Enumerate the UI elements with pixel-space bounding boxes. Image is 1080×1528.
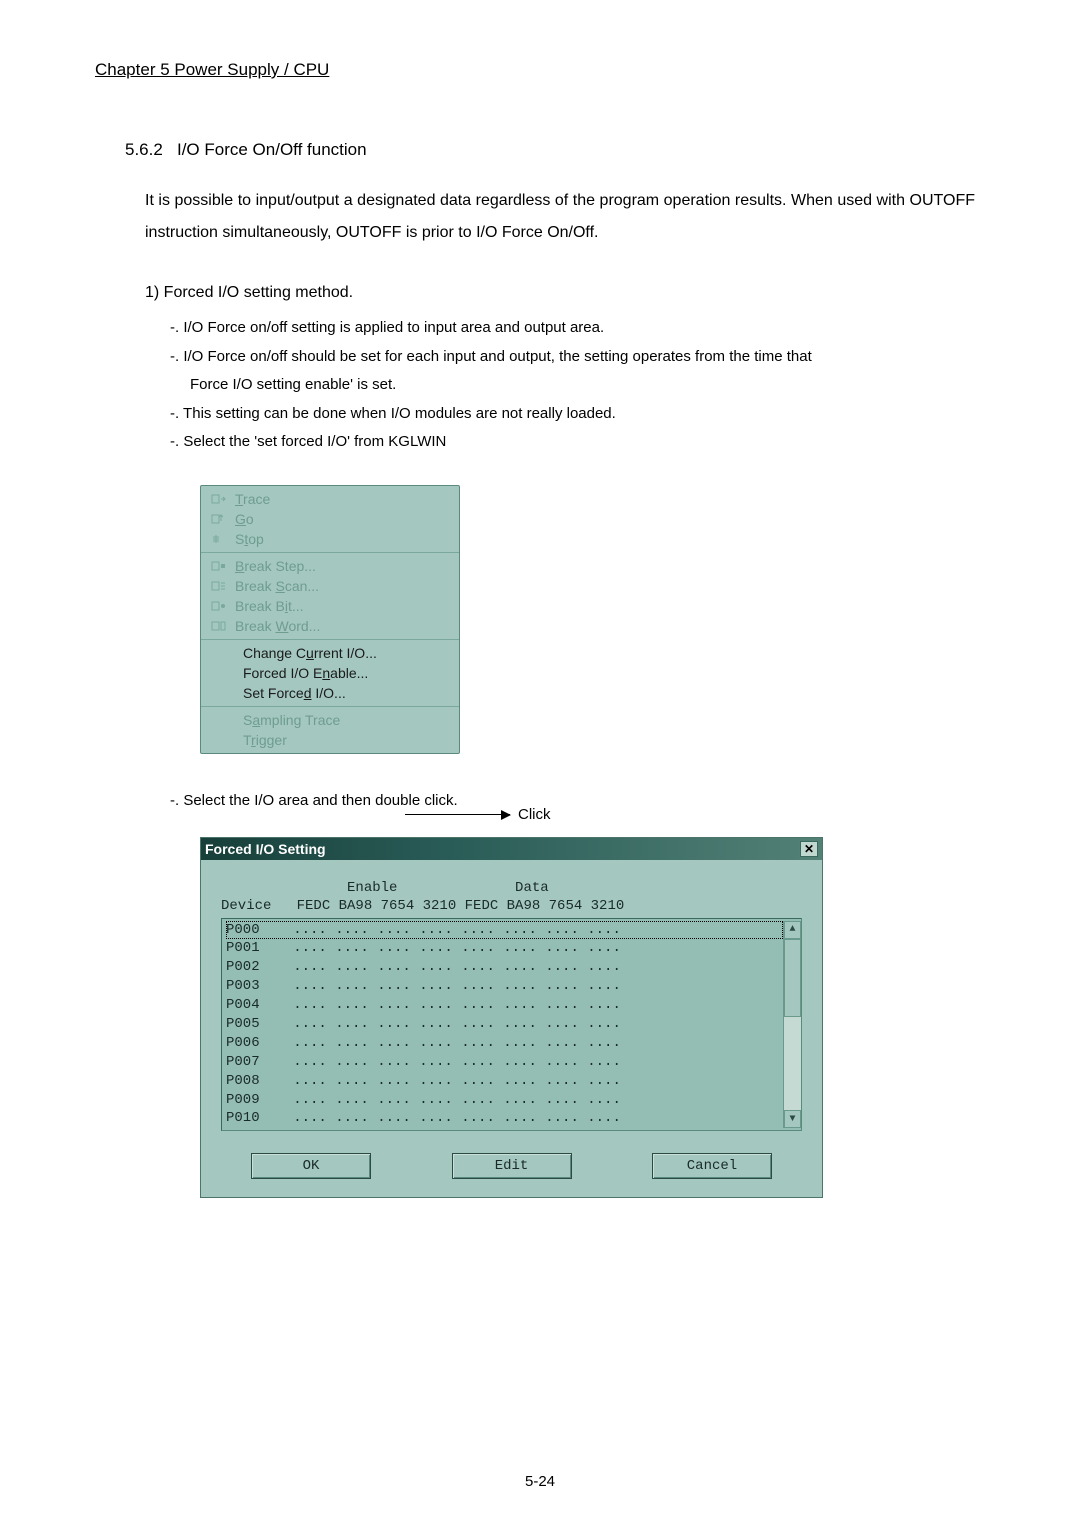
break-step-icon [211, 559, 227, 573]
page-number: 5-24 [0, 1473, 1080, 1490]
break-word-icon [211, 619, 227, 633]
click-annotation: Click [405, 806, 551, 823]
menu-go: Go [201, 509, 459, 529]
list-row[interactable]: P000 .... .... .... .... .... .... .... … [226, 921, 783, 940]
dialog-title: Forced I/O Setting [205, 841, 326, 857]
list-row[interactable]: P003 .... .... .... .... .... .... .... … [226, 977, 783, 996]
menu-break-word: Break Word... [201, 616, 459, 636]
menu-trigger: Trigger [201, 730, 459, 750]
stop-icon [211, 532, 227, 546]
forced-io-dialog: Forced I/O Setting ✕ Enable Data Device … [200, 837, 823, 1199]
menu-set-forced-io[interactable]: Set Forced I/O... [201, 683, 459, 703]
after-menu-instruction: -. Select the I/O area and then double c… [170, 792, 985, 809]
bullet-1: -. I/O Force on/off setting is applied t… [170, 314, 955, 343]
go-icon [211, 512, 227, 526]
list-row[interactable]: P008 .... .... .... .... .... .... .... … [226, 1072, 783, 1091]
menu-break-step: Break Step... [201, 556, 459, 576]
menu-break-scan: Break Scan... [201, 576, 459, 596]
menu-stop: Stop [201, 529, 459, 549]
bullet-3: -. This setting can be done when I/O mod… [170, 400, 955, 429]
scrollbar[interactable]: ▲ ▼ [783, 921, 801, 1129]
list-row[interactable]: P009 .... .... .... .... .... .... .... … [226, 1091, 783, 1110]
menu-change-current-io[interactable]: Change Current I/O... [201, 643, 459, 663]
list-row[interactable]: P001 .... .... .... .... .... .... .... … [226, 939, 783, 958]
bullet-2: -. I/O Force on/off should be set for ea… [170, 343, 955, 372]
scroll-thumb[interactable] [784, 939, 801, 1017]
menu-break-word-label: Break Word... [235, 618, 320, 634]
io-listbox[interactable]: P000 .... .... .... .... .... .... .... … [221, 918, 802, 1132]
menu-set-forced-label: Set Forced I/O... [243, 685, 346, 701]
menu-break-scan-label: Break Scan... [235, 578, 319, 594]
arrow-up-icon: ▲ [789, 924, 795, 935]
break-bit-icon [211, 599, 227, 613]
bullet-4: -. Select the 'set forced I/O' from KGLW… [170, 428, 955, 457]
close-icon: ✕ [804, 842, 814, 856]
menu-forced-io-enable[interactable]: Forced I/O Enable... [201, 663, 459, 683]
section-heading: I/O Force On/Off function [177, 140, 367, 159]
list-row[interactable]: P010 .... .... .... .... .... .... .... … [226, 1109, 783, 1128]
break-scan-icon [211, 579, 227, 593]
menu-break-bit-label: Break Bit... [235, 598, 304, 614]
menu-break-step-label: Break Step... [235, 558, 316, 574]
menu-sampling-label: Sampling Trace [243, 712, 340, 728]
menu-go-label: Go [235, 511, 254, 527]
dialog-titlebar: Forced I/O Setting ✕ [201, 838, 822, 860]
scroll-down-button[interactable]: ▼ [784, 1110, 801, 1128]
arrow-down-icon: ▼ [789, 1114, 795, 1125]
bullet-2-cont: Force I/O setting enable' is set. [190, 371, 985, 400]
menu-trace-label: Trace [235, 491, 270, 507]
context-menu: Trace Go Stop Break Step... Break Scan [200, 485, 460, 754]
cancel-button[interactable]: Cancel [652, 1153, 772, 1179]
list-row[interactable]: P007 .... .... .... .... .... .... .... … [226, 1053, 783, 1072]
list-row[interactable]: P005 .... .... .... .... .... .... .... … [226, 1015, 783, 1034]
menu-forced-enable-label: Forced I/O Enable... [243, 665, 368, 681]
list-row[interactable]: P002 .... .... .... .... .... .... .... … [226, 958, 783, 977]
section-title: 5.6.2 I/O Force On/Off function [125, 140, 985, 160]
trace-icon [211, 492, 227, 506]
menu-trigger-label: Trigger [243, 732, 287, 748]
section-number: 5.6.2 [125, 140, 163, 159]
click-label: Click [518, 806, 551, 823]
arrow-icon [405, 814, 510, 815]
subheading-1: 1) Forced I/O setting method. [145, 284, 985, 302]
intro-paragraph: It is possible to input/output a designa… [145, 185, 975, 249]
menu-trace: Trace [201, 489, 459, 509]
column-header-groups: Enable Data [221, 880, 802, 896]
list-row[interactable]: P006 .... .... .... .... .... .... .... … [226, 1034, 783, 1053]
scroll-up-button[interactable]: ▲ [784, 921, 801, 939]
scroll-track[interactable] [784, 939, 801, 1111]
menu-break-bit: Break Bit... [201, 596, 459, 616]
menu-stop-label: Stop [235, 531, 264, 547]
menu-change-current-label: Change Current I/O... [243, 645, 377, 661]
list-row[interactable]: P004 .... .... .... .... .... .... .... … [226, 996, 783, 1015]
ok-button[interactable]: OK [251, 1153, 371, 1179]
column-header-bits: Device FEDC BA98 7654 3210 FEDC BA98 765… [221, 898, 802, 914]
chapter-header: Chapter 5 Power Supply / CPU [95, 60, 985, 80]
menu-sampling-trace: Sampling Trace [201, 710, 459, 730]
edit-button[interactable]: Edit [452, 1153, 572, 1179]
close-button[interactable]: ✕ [800, 841, 818, 857]
